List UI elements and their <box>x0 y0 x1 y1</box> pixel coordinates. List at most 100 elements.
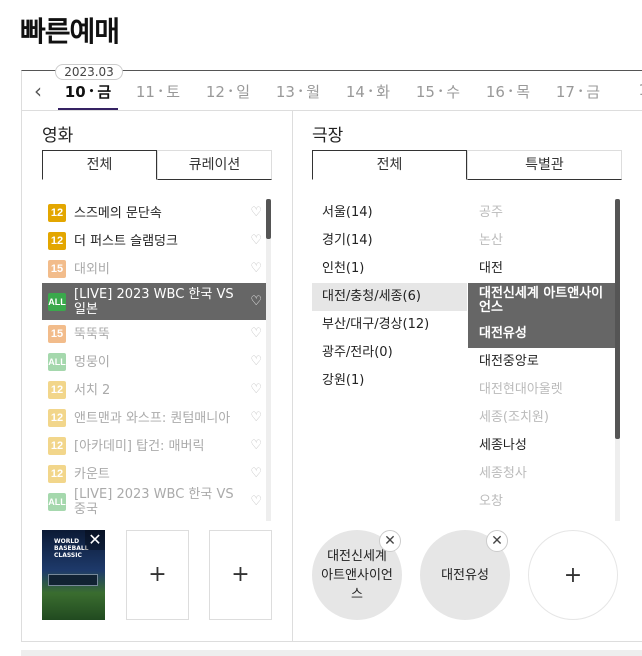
region-item[interactable]: 광주/전라(0) <box>312 339 467 367</box>
theater-item[interactable]: 대전현대아울렛 <box>468 376 615 404</box>
movie-title: 앤트맨과 와스프: 퀀텀매니아 <box>74 410 231 426</box>
column-divider <box>292 111 293 641</box>
age-rating-badge: 12 <box>48 381 66 399</box>
theater-item[interactable]: 세종청사 <box>468 460 615 488</box>
theater-item[interactable]: 대전유성 <box>468 320 615 348</box>
date-weekday: 일 <box>236 83 251 101</box>
add-theater-button[interactable]: + <box>528 530 618 620</box>
heart-icon[interactable]: ♡ <box>250 438 262 454</box>
theater-list-scrollbar[interactable] <box>615 199 620 521</box>
date-strip: ‹ 10•금11•토12•일13•월14•화15•수16•목17•금18 202… <box>22 64 642 111</box>
date-item[interactable]: 16 • 목 <box>478 81 538 110</box>
date-item[interactable]: 10 • 금 <box>58 81 118 110</box>
date-item[interactable]: 18 <box>618 81 642 110</box>
date-day: 10 <box>64 83 86 101</box>
close-icon[interactable]: ✕ <box>486 530 508 552</box>
movie-item[interactable]: 12 카운트 ♡ <box>42 460 268 488</box>
movie-list-scrollbar[interactable] <box>266 199 271 521</box>
movie-item[interactable]: 15 대외비 ♡ <box>42 255 268 283</box>
scrollbar-thumb[interactable] <box>266 199 271 239</box>
date-day: 17 <box>555 83 575 101</box>
age-rating-badge: ALL <box>48 292 66 311</box>
movie-title: 멍뭉이 <box>74 354 110 370</box>
date-item[interactable]: 17 • 금 <box>548 81 608 110</box>
date-weekday: 토 <box>166 83 181 101</box>
heart-icon[interactable]: ♡ <box>250 294 262 310</box>
age-rating-badge: 15 <box>48 260 66 278</box>
movie-item[interactable]: 12 더 퍼스트 슬램덩크 ♡ <box>42 227 268 255</box>
date-item[interactable]: 14 • 화 <box>338 81 398 110</box>
theater-item[interactable]: 세종(조치원) <box>468 404 615 432</box>
date-day: 15 <box>415 83 435 101</box>
tab-theater-special[interactable]: 특별관 <box>467 150 622 180</box>
date-separator: • <box>157 87 164 97</box>
date-day: 16 <box>485 83 505 101</box>
theater-item[interactable]: 세종나성 <box>468 432 615 460</box>
age-rating-badge: 15 <box>48 325 66 343</box>
date-item[interactable]: 12 • 일 <box>198 81 258 110</box>
heart-icon[interactable]: ♡ <box>250 354 262 370</box>
theater-list: 공주 논산 대전 대전신세계 아트앤사이언스 대전유성 대전중앙로 대전현대아울렛 세종(조치… <box>468 199 615 519</box>
heart-icon[interactable]: ♡ <box>250 261 262 277</box>
theater-section-title: 극장 <box>312 126 344 146</box>
heart-icon[interactable]: ♡ <box>250 410 262 426</box>
movie-title: 서치 2 <box>74 382 111 398</box>
movie-item[interactable]: ALL 멍뭉이 ♡ <box>42 348 268 376</box>
movie-item[interactable]: 12 스즈메의 문단속 ♡ <box>42 199 268 227</box>
movie-item[interactable]: ALL [LIVE] 2023 WBC 한국 VS 일본 ♡ <box>42 283 268 320</box>
booking-panel: ‹ 10•금11•토12•일13•월14•화15•수16•목17•금18 202… <box>21 64 642 642</box>
theater-item[interactable]: 공주 <box>468 199 615 227</box>
heart-icon[interactable]: ♡ <box>250 205 262 221</box>
close-icon[interactable]: ✕ <box>85 530 105 550</box>
heart-icon[interactable]: ♡ <box>250 326 262 342</box>
movie-title: 뚝뚝뚝 <box>74 326 110 342</box>
page-title: 빠른예매 <box>20 15 120 48</box>
date-separator: • <box>88 87 95 97</box>
movie-item[interactable]: 12 [아카데미] 탑건: 매버릭 ♡ <box>42 432 268 460</box>
movie-title: 카운트 <box>74 466 110 482</box>
month-badge: 2023.03 <box>55 64 123 80</box>
tab-movie-all[interactable]: 전체 <box>42 150 157 180</box>
heart-icon[interactable]: ♡ <box>250 494 262 510</box>
date-separator: • <box>507 87 514 97</box>
age-rating-badge: 12 <box>48 232 66 250</box>
movie-item[interactable]: ALL [LIVE] 2023 WBC 한국 VS 중국 ♡ <box>42 487 268 517</box>
chevron-left-icon[interactable]: ‹ <box>26 77 50 105</box>
theater-item[interactable]: 대전신세계 아트앤사이언스 <box>468 283 615 320</box>
heart-icon[interactable]: ♡ <box>250 382 262 398</box>
add-movie-button[interactable]: + <box>126 530 189 620</box>
add-movie-button[interactable]: + <box>209 530 272 620</box>
movie-item[interactable]: 12 앤트맨과 와스프: 퀀텀매니아 ♡ <box>42 404 268 432</box>
region-item[interactable]: 부산/대구/경상(12) <box>312 311 467 339</box>
theater-item[interactable]: 오창 <box>468 488 615 516</box>
movie-item[interactable]: 12 서치 2 ♡ <box>42 376 268 404</box>
theater-item[interactable]: 대전 <box>468 255 615 283</box>
movie-title: [LIVE] 2023 WBC 한국 VS 중국 <box>74 487 234 517</box>
scrollbar-thumb[interactable] <box>615 199 620 439</box>
region-item[interactable]: 서울(14) <box>312 199 467 227</box>
tab-movie-curation[interactable]: 큐레이션 <box>157 150 272 180</box>
heart-icon[interactable]: ♡ <box>250 466 262 482</box>
region-item[interactable]: 경기(14) <box>312 227 467 255</box>
age-rating-badge: 12 <box>48 409 66 427</box>
age-rating-badge: ALL <box>48 353 66 371</box>
date-item[interactable]: 13 • 월 <box>268 81 328 110</box>
theater-item[interactable]: 대전중앙로 <box>468 348 615 376</box>
close-icon[interactable]: ✕ <box>379 530 401 552</box>
movie-title: 대외비 <box>74 261 110 277</box>
region-item[interactable]: 강원(1) <box>312 367 467 395</box>
movie-item[interactable]: 15 뚝뚝뚝 ♡ <box>42 320 268 348</box>
theater-item[interactable]: 논산 <box>468 227 615 255</box>
region-item[interactable]: 대전/충청/세종(6) <box>312 283 467 311</box>
tab-theater-all[interactable]: 전체 <box>312 150 467 180</box>
region-list: 서울(14) 경기(14) 인천(1) 대전/충청/세종(6) 부산/대구/경상(12)… <box>312 199 467 395</box>
region-item[interactable]: 인천(1) <box>312 255 467 283</box>
heart-icon[interactable]: ♡ <box>250 233 262 249</box>
movie-section-title: 영화 <box>42 126 74 146</box>
selected-movie-poster: WORLD BASEBALL CLASSIC ✕ <box>42 530 105 620</box>
date-weekday: 화 <box>376 83 391 101</box>
date-item[interactable]: 11 • 토 <box>128 81 188 110</box>
age-rating-badge: 12 <box>48 437 66 455</box>
date-weekday: 금 <box>586 83 601 101</box>
date-item[interactable]: 15 • 수 <box>408 81 468 110</box>
